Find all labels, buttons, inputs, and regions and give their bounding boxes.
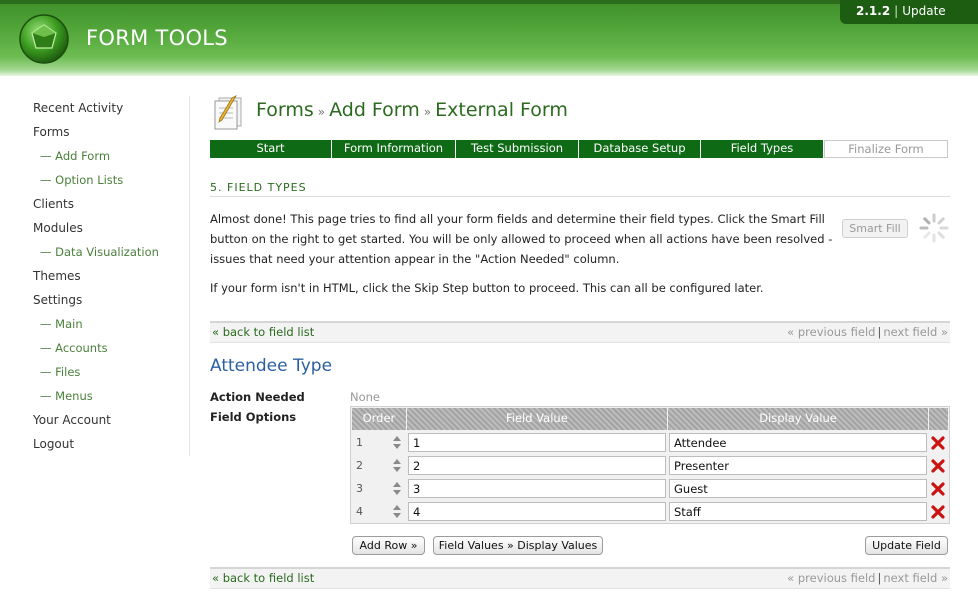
wizard-step: Start bbox=[210, 140, 332, 158]
table-row: 2 bbox=[351, 454, 949, 477]
column-header-order: Order bbox=[352, 408, 406, 430]
sidebar-item[interactable]: — Data Visualization bbox=[33, 242, 183, 266]
field-options-table: Order Field Value Display Value 1 2 3 4 bbox=[350, 406, 950, 524]
breadcrumb-forms[interactable]: Forms bbox=[256, 99, 314, 121]
smart-fill-button[interactable]: Smart Fill bbox=[842, 219, 908, 238]
display-value-input[interactable] bbox=[669, 456, 927, 475]
field-pager: « previous field | next field » bbox=[787, 323, 948, 342]
back-to-field-list-link[interactable]: « back to field list bbox=[212, 323, 314, 342]
order-stepper-icon[interactable] bbox=[392, 504, 402, 519]
app-title: FORM TOOLS bbox=[86, 26, 228, 50]
field-value-input[interactable] bbox=[408, 433, 666, 452]
breadcrumb: Forms» Add Form» External Form bbox=[256, 99, 568, 121]
order-cell: 4 bbox=[352, 501, 406, 522]
form-page-icon bbox=[214, 95, 242, 130]
order-stepper-icon[interactable] bbox=[392, 481, 402, 496]
order-number: 4 bbox=[356, 505, 363, 518]
sidebar-item[interactable]: — Main bbox=[33, 314, 183, 338]
order-stepper-icon[interactable] bbox=[392, 435, 402, 450]
header-top-line bbox=[0, 0, 978, 4]
field-value-input[interactable] bbox=[408, 456, 666, 475]
column-header-field-value: Field Value bbox=[406, 408, 667, 430]
sidebar-item[interactable]: Recent Activity bbox=[33, 98, 183, 122]
field-title: Attendee Type bbox=[210, 356, 333, 376]
sidebar-nav: Recent Activity Forms — Add Form — Option L… bbox=[33, 98, 183, 458]
display-value-input[interactable] bbox=[669, 479, 927, 498]
delete-row-icon[interactable] bbox=[929, 457, 947, 475]
breadcrumb-external-form: External Form bbox=[435, 99, 568, 121]
breadcrumb-separator: » bbox=[317, 105, 326, 119]
delete-row-icon[interactable] bbox=[929, 434, 947, 452]
order-number: 1 bbox=[356, 436, 363, 449]
display-value-input[interactable] bbox=[669, 502, 927, 521]
sidebar-item[interactable]: — Add Form bbox=[33, 146, 183, 170]
section-title: 5. FIELD TYPES bbox=[210, 181, 307, 194]
sidebar-item[interactable]: Themes bbox=[33, 266, 183, 290]
wizard-step: Test Submission bbox=[456, 140, 579, 158]
action-needed-label: Action Needed bbox=[210, 390, 305, 404]
sidebar-item[interactable]: Settings bbox=[33, 290, 183, 314]
sidebar-item[interactable]: — Option Lists bbox=[33, 170, 183, 194]
sidebar-divider bbox=[189, 96, 190, 456]
wizard-step: Field Types bbox=[701, 140, 824, 158]
order-number: 2 bbox=[356, 459, 363, 472]
sidebar-item[interactable]: — Accounts bbox=[33, 338, 183, 362]
breadcrumb-separator: » bbox=[423, 105, 432, 119]
field-nav-bar-bottom: « back to field list « previous field | ne… bbox=[210, 567, 950, 589]
sidebar-item[interactable]: Logout bbox=[33, 434, 183, 458]
order-cell: 3 bbox=[352, 478, 406, 499]
wizard-steps: Start Form Information Test Submission Data… bbox=[210, 140, 950, 158]
sidebar-item[interactable]: Your Account bbox=[33, 410, 183, 434]
column-header-delete bbox=[929, 408, 948, 430]
field-values-display-values-button[interactable]: Field Values » Display Values bbox=[433, 536, 603, 555]
add-row-button[interactable]: Add Row » bbox=[352, 536, 425, 555]
order-stepper-icon[interactable] bbox=[392, 458, 402, 473]
update-link[interactable]: Update bbox=[902, 4, 945, 18]
breadcrumb-add-form[interactable]: Add Form bbox=[329, 99, 420, 121]
display-value-input[interactable] bbox=[669, 433, 927, 452]
action-needed-value: None bbox=[350, 390, 381, 404]
table-row: 4 bbox=[351, 500, 949, 523]
field-options-label: Field Options bbox=[210, 410, 297, 424]
table-row: 1 bbox=[351, 431, 949, 454]
sidebar-item[interactable]: Modules bbox=[33, 218, 183, 242]
app-header: FORM TOOLS 2.1.2 | Update bbox=[0, 0, 978, 76]
field-nav-bar-top: « back to field list « previous field | ne… bbox=[210, 321, 950, 343]
order-cell: 1 bbox=[352, 432, 406, 453]
pager-separator: | bbox=[877, 571, 882, 585]
next-field-link[interactable]: next field » bbox=[883, 571, 948, 585]
column-header-display-value: Display Value bbox=[667, 408, 929, 430]
sidebar-item[interactable]: — Menus bbox=[33, 386, 183, 410]
sidebar-item[interactable]: Forms bbox=[33, 122, 183, 146]
previous-field-link[interactable]: « previous field bbox=[787, 325, 875, 339]
version-box: 2.1.2 | Update bbox=[840, 0, 978, 24]
pager-separator: | bbox=[877, 325, 882, 339]
wizard-step: Form Information bbox=[332, 140, 456, 158]
intro-paragraph: Almost done! This page tries to find all… bbox=[210, 212, 833, 266]
delete-row-icon[interactable] bbox=[929, 480, 947, 498]
table-body: 1 2 3 4 bbox=[351, 431, 949, 523]
back-to-field-list-link[interactable]: « back to field list bbox=[212, 569, 314, 588]
order-number: 3 bbox=[356, 482, 363, 495]
table-header-row: Order Field Value Display Value bbox=[351, 407, 949, 431]
next-field-link[interactable]: next field » bbox=[883, 325, 948, 339]
sidebar-item[interactable]: Clients bbox=[33, 194, 183, 218]
update-field-button[interactable]: Update Field bbox=[865, 536, 948, 555]
field-pager: « previous field | next field » bbox=[787, 569, 948, 588]
version-number: 2.1.2 bbox=[856, 4, 891, 18]
version-separator: | bbox=[894, 4, 899, 18]
order-cell: 2 bbox=[352, 455, 406, 476]
loading-spinner-icon bbox=[919, 213, 949, 243]
wizard-step: Database Setup bbox=[579, 140, 701, 158]
section-divider bbox=[210, 196, 950, 197]
intro-paragraph-skip: If your form isn't in HTML, click the Sk… bbox=[210, 281, 764, 295]
previous-field-link[interactable]: « previous field bbox=[787, 571, 875, 585]
delete-row-icon[interactable] bbox=[929, 503, 947, 521]
form-tools-logo-icon[interactable] bbox=[18, 13, 70, 65]
field-value-input[interactable] bbox=[408, 502, 666, 521]
table-row: 3 bbox=[351, 477, 949, 500]
field-value-input[interactable] bbox=[408, 479, 666, 498]
sidebar-item[interactable]: — Files bbox=[33, 362, 183, 386]
wizard-step: Finalize Form bbox=[824, 140, 948, 158]
